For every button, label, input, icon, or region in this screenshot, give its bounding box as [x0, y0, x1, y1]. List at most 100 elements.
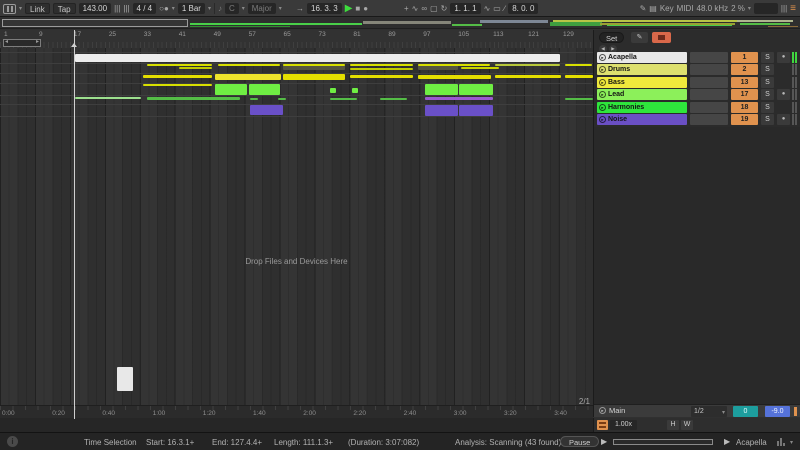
overview-view-box[interactable] [2, 19, 188, 27]
arrangement-clip[interactable] [461, 67, 499, 69]
main-track-title[interactable]: ▸ Main [599, 406, 625, 415]
track-title[interactable]: ▸ Lead [597, 89, 687, 101]
main-pan-field[interactable]: 0 [733, 406, 758, 417]
set-locator-button[interactable]: Set [599, 32, 625, 43]
track-device-slot[interactable] [690, 89, 728, 101]
key-scale-caret[interactable]: ▾ [279, 5, 282, 12]
track-activator[interactable]: 19 [731, 113, 758, 125]
tempo-field[interactable]: 143.00 [78, 3, 112, 14]
record-button[interactable]: ● [363, 3, 368, 14]
nudge-up-icon[interactable]: ||| [123, 3, 129, 14]
quantization-menu[interactable]: 1 Bar [177, 3, 205, 14]
tap-tempo-button[interactable]: Tap [52, 3, 76, 14]
solo-button[interactable]: S [761, 89, 774, 101]
track-device-slot[interactable] [690, 64, 728, 76]
punch-in-icon[interactable]: ▢ [430, 3, 438, 14]
dragged-clip[interactable] [117, 367, 133, 391]
arrangement-clip[interactable] [218, 64, 280, 66]
arrangement-clip[interactable] [495, 64, 560, 66]
cpu-caret[interactable]: ▾ [748, 5, 751, 12]
arrangement-clip[interactable] [425, 84, 458, 95]
arrangement-clip[interactable] [350, 64, 413, 66]
main-grid-select[interactable]: 1/2 ▾ [691, 406, 727, 417]
track-activator[interactable]: 17 [731, 89, 758, 101]
key-map-button[interactable]: Key [660, 3, 674, 14]
playback-speed-field[interactable]: 1.00x [610, 420, 637, 430]
arrangement-clip[interactable] [459, 84, 493, 95]
time-signature-field[interactable]: 4 / 4 [132, 3, 157, 14]
status-caret-icon[interactable]: ▾ [790, 439, 793, 446]
arrangement-clip[interactable] [495, 75, 561, 78]
solo-button[interactable]: S [761, 101, 774, 113]
follow-icon[interactable]: → [296, 3, 304, 14]
nudge-down-icon[interactable]: ||| [114, 3, 120, 14]
chevron-down-icon[interactable]: ▾ [19, 5, 22, 12]
track-activator[interactable]: 13 [731, 76, 758, 88]
quantization-caret[interactable]: ▾ [208, 5, 211, 12]
metronome-icon[interactable]: ○● [159, 3, 169, 14]
arrangement-clip[interactable] [352, 88, 358, 93]
key-scale-select[interactable]: Major [247, 3, 276, 14]
track-activator[interactable]: 2 [731, 64, 758, 76]
arrangement-clip[interactable] [215, 84, 247, 95]
stop-button[interactable]: ■ [355, 3, 360, 14]
track-panel-empty-area[interactable] [593, 127, 800, 404]
solo-button[interactable]: S [761, 76, 774, 88]
loop-start-field[interactable]: 1. 1. 1 [450, 3, 481, 14]
arrangement-clip[interactable] [283, 74, 345, 80]
width-button[interactable]: W [681, 420, 693, 430]
computer-midi-keyboard-icon[interactable]: ▤ [649, 3, 657, 14]
preview-play-icon[interactable]: ▶ [601, 437, 607, 446]
arrangement-clip[interactable] [418, 64, 490, 66]
arrangement-clip[interactable] [249, 84, 280, 95]
metronome-menu-caret[interactable]: ▾ [172, 5, 175, 12]
track-activator[interactable]: 1 [731, 52, 758, 63]
selected-track-play-icon[interactable]: ▶ [724, 437, 730, 446]
hamburger-menu-icon[interactable]: ≡ [790, 3, 796, 14]
minute-time-ruler[interactable]: 0:00 0:20 0:40 1:00 1:20 1:40 2:00 2:20 2:40 3:00… [0, 405, 593, 418]
fade-icon[interactable]: ∿ [484, 3, 491, 14]
solo-button[interactable]: S [761, 52, 774, 63]
capture-midi-icon[interactable]: + [404, 3, 409, 14]
arrangement-clip[interactable] [143, 75, 212, 78]
ramp-icon[interactable]: ∕ [504, 3, 505, 14]
arrangement-clip[interactable] [147, 97, 240, 100]
arrangement-overview[interactable] [0, 18, 800, 29]
key-root-caret[interactable]: ▾ [242, 5, 245, 12]
solo-button[interactable]: S [761, 113, 774, 125]
arrangement-clip[interactable] [350, 75, 413, 78]
arrangement-clip[interactable] [565, 75, 593, 78]
arrangement-clip[interactable] [565, 64, 592, 66]
track-title[interactable]: ▸ Harmonies [597, 101, 687, 113]
track-device-slot[interactable] [690, 113, 728, 125]
track-title[interactable]: ▸ Noise [597, 113, 687, 125]
beat-time-ruler[interactable]: 1 9 17 25 33 41 49 57 65 73 81 89 97 105 113 121 129 [0, 30, 593, 48]
midi-map-button[interactable]: MIDI [677, 3, 694, 14]
arm-button[interactable]: ● [777, 52, 790, 63]
main-volume-field[interactable]: -9.0 [765, 406, 790, 417]
automation-arm-icon[interactable]: ∿ [412, 3, 419, 14]
arrangement-clip[interactable] [215, 74, 281, 80]
key-root-select[interactable]: C [224, 3, 239, 14]
arrangement-clip[interactable] [250, 98, 258, 100]
solo-button[interactable]: S [761, 64, 774, 76]
loop-length-field[interactable]: 8. 0. 0 [508, 3, 539, 14]
loop-brace-icon[interactable]: ▭ [493, 3, 501, 14]
arrangement-clip[interactable] [380, 98, 407, 100]
arrangement-clip[interactable] [330, 88, 336, 93]
arrangement-area[interactable]: Drop Files and Devices Here [0, 48, 593, 405]
arrangement-clip[interactable] [179, 67, 212, 69]
hide-automation-button[interactable]: H [667, 420, 679, 430]
back-to-arrangement-button[interactable] [652, 32, 671, 43]
track-device-slot[interactable] [690, 76, 728, 88]
arrangement-clip[interactable] [459, 105, 493, 116]
arrangement-clip[interactable] [283, 64, 345, 66]
arm-button[interactable]: ● [777, 89, 790, 101]
tempo-follow-icon[interactable] [597, 420, 608, 430]
arrangement-clip[interactable] [330, 98, 357, 100]
play-button[interactable]: ▶ [345, 3, 353, 14]
arrangement-clip[interactable] [75, 54, 560, 62]
horizontal-zoom-scrollbar[interactable] [3, 38, 41, 47]
pencil-icon[interactable]: ✎ [631, 32, 648, 43]
arrangement-clip[interactable] [425, 105, 458, 116]
